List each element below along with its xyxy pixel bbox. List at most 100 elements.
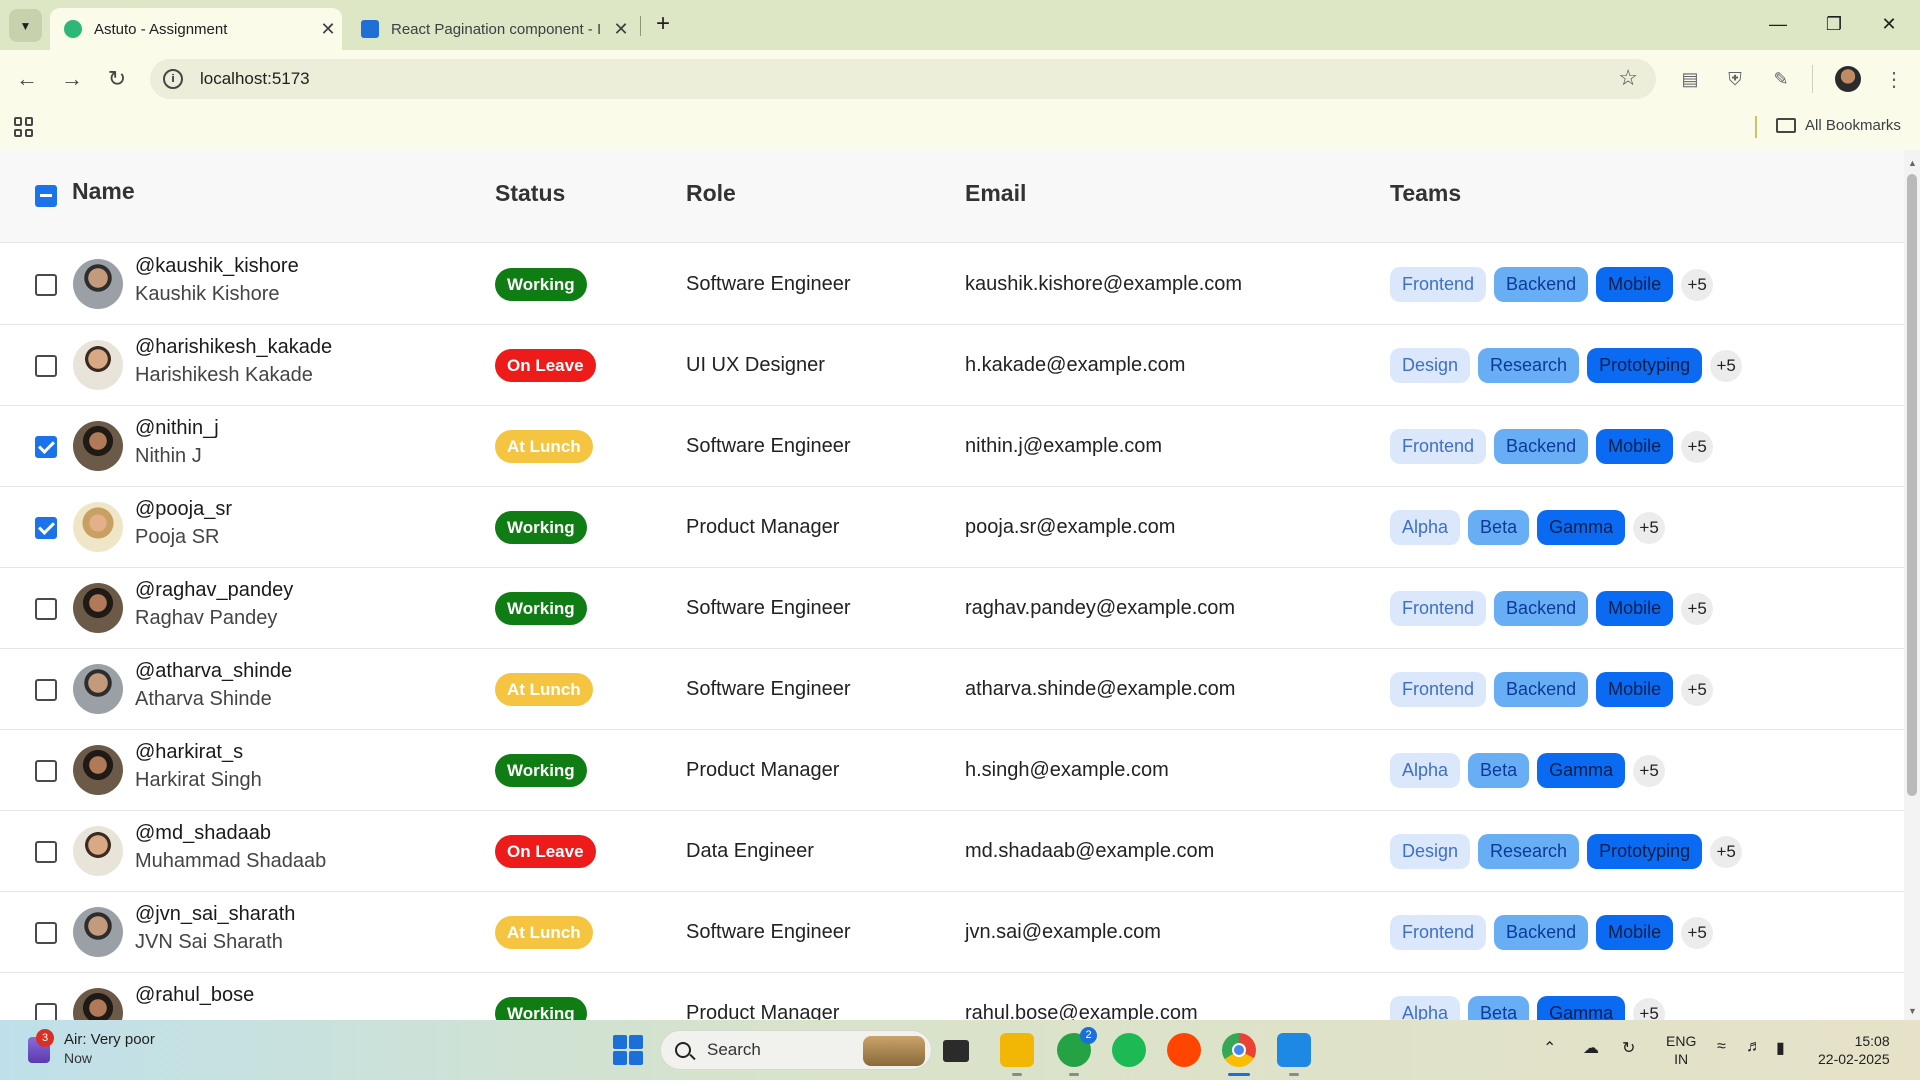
header-name[interactable]: Name <box>72 178 135 205</box>
avatar <box>73 340 123 390</box>
status-badge: Working <box>495 511 587 544</box>
row-checkbox[interactable] <box>35 355 57 377</box>
more-teams-badge[interactable]: +5 <box>1681 592 1714 625</box>
back-button[interactable]: ← <box>10 62 44 96</box>
more-teams-badge[interactable]: +5 <box>1681 673 1714 706</box>
more-teams-badge[interactable]: +5 <box>1633 511 1666 544</box>
team-tag: Gamma <box>1537 510 1626 545</box>
role-text: Software Engineer <box>686 435 851 457</box>
file-explorer-icon[interactable] <box>1000 1033 1034 1076</box>
email-text: raghav.pandey@example.com <box>965 597 1236 619</box>
email-text: md.shadaab@example.com <box>965 840 1215 862</box>
wifi-icon[interactable]: ≈ <box>1717 1038 1726 1056</box>
more-teams-badge[interactable]: +5 <box>1681 268 1714 301</box>
table-row[interactable]: @harkirat_s Harkirat Singh Working Produ… <box>0 730 1904 811</box>
row-checkbox[interactable] <box>35 841 57 863</box>
spotify-icon[interactable] <box>1112 1033 1146 1067</box>
search-highlight-image <box>863 1036 925 1066</box>
extension-icon[interactable]: ▤ <box>1675 64 1705 94</box>
email-text: nithin.j@example.com <box>965 435 1163 457</box>
table-header: Name Status Role Email Teams <box>0 150 1904 243</box>
more-teams-badge[interactable]: +5 <box>1710 349 1743 382</box>
header-teams[interactable]: Teams <box>1390 180 1461 207</box>
close-tab-icon[interactable]: ✕ <box>607 19 635 40</box>
table-row[interactable]: @atharva_shinde Atharva Shinde At Lunch … <box>0 649 1904 730</box>
tab-astuto-assignment[interactable]: Astuto - Assignment ✕ <box>50 8 342 50</box>
minimize-button[interactable]: — <box>1755 0 1801 48</box>
role-text: Software Engineer <box>686 678 851 700</box>
clock-time: 15:08 <box>1854 1033 1890 1049</box>
shield-icon[interactable]: ⛨ <box>1720 64 1750 94</box>
sync-icon[interactable]: ↻ <box>1622 1038 1635 1058</box>
new-tab-button[interactable]: + <box>650 11 676 39</box>
select-all-checkbox[interactable] <box>35 185 57 207</box>
row-checkbox[interactable] <box>35 679 57 701</box>
header-status[interactable]: Status <box>495 180 565 207</box>
system-clock[interactable]: 15:08 22-02-2025 <box>1818 1032 1890 1068</box>
team-tag: Frontend <box>1390 915 1487 950</box>
address-bar[interactable]: i localhost:5173 ☆ <box>150 59 1656 99</box>
table-row[interactable]: @kaushik_kishore Kaushik Kishore Working… <box>0 244 1904 325</box>
weather-title: Air: Very poor <box>64 1031 155 1048</box>
row-checkbox[interactable] <box>35 1003 57 1020</box>
all-bookmarks-button[interactable]: All Bookmarks <box>1776 117 1901 134</box>
extensions-puzzle-icon[interactable]: ✎ <box>1766 64 1796 94</box>
bookmark-star-icon[interactable]: ☆ <box>1618 65 1638 91</box>
team-tag: Frontend <box>1390 267 1487 302</box>
reddit-icon[interactable] <box>1167 1033 1201 1067</box>
more-teams-badge[interactable]: +5 <box>1710 835 1743 868</box>
volume-icon[interactable]: ♬ <box>1746 1038 1762 1056</box>
taskbar-search[interactable]: Search <box>660 1030 932 1070</box>
table-row[interactable]: @pooja_sr Pooja SR Working Product Manag… <box>0 487 1904 568</box>
table-row[interactable]: @nithin_j Nithin J At Lunch Software Eng… <box>0 406 1904 487</box>
row-checkbox[interactable] <box>35 922 57 944</box>
close-window-button[interactable]: ✕ <box>1866 0 1912 48</box>
more-teams-badge[interactable]: +5 <box>1633 997 1666 1020</box>
profile-avatar[interactable] <box>1833 64 1863 94</box>
row-checkbox[interactable] <box>35 517 57 539</box>
header-email[interactable]: Email <box>965 180 1026 207</box>
tab-react-pagination[interactable]: React Pagination component - I ✕ <box>347 8 635 50</box>
forward-button[interactable]: → <box>55 62 89 96</box>
scroll-up-icon[interactable]: ▲ <box>1908 158 1917 168</box>
row-checkbox[interactable] <box>35 274 57 296</box>
page-scrollbar[interactable]: ▲ ▼ <box>1904 150 1920 1020</box>
more-teams-badge[interactable]: +5 <box>1633 754 1666 787</box>
header-role[interactable]: Role <box>686 180 736 207</box>
whatsapp-icon[interactable]: 2 <box>1057 1027 1097 1076</box>
language-indicator[interactable]: ENG IN <box>1666 1032 1696 1068</box>
battery-icon[interactable]: ▮ <box>1776 1038 1785 1058</box>
vscode-icon[interactable] <box>1277 1033 1311 1076</box>
apps-grid-icon[interactable] <box>14 117 34 137</box>
more-teams-badge[interactable]: +5 <box>1681 430 1714 463</box>
row-checkbox[interactable] <box>35 598 57 620</box>
table-row[interactable]: @rahul_bose Working Product Manager rahu… <box>0 973 1904 1020</box>
table-row[interactable]: @raghav_pandey Raghav Pandey Working Sof… <box>0 568 1904 649</box>
row-checkbox[interactable] <box>35 436 57 458</box>
language-code: ENG <box>1666 1033 1697 1049</box>
site-info-icon[interactable]: i <box>163 69 183 89</box>
username: @kaushik_kishore <box>135 255 299 277</box>
tab-search-button[interactable]: ▼ <box>9 9 42 42</box>
restore-button[interactable]: ❐ <box>1811 0 1857 48</box>
table-row[interactable]: @jvn_sai_sharath JVN Sai Sharath At Lunc… <box>0 892 1904 973</box>
close-tab-icon[interactable]: ✕ <box>314 19 342 40</box>
row-checkbox[interactable] <box>35 760 57 782</box>
team-tags: Alpha Beta Gamma +5 <box>1390 753 1666 788</box>
reload-button[interactable]: ↻ <box>100 62 134 96</box>
more-teams-badge[interactable]: +5 <box>1681 916 1714 949</box>
url-text[interactable]: localhost:5173 <box>200 69 310 89</box>
windows-start-icon[interactable] <box>613 1035 643 1065</box>
username: @md_shadaab <box>135 822 271 844</box>
scrollbar-thumb[interactable] <box>1907 174 1917 796</box>
show-hidden-icons-chevron-icon[interactable]: ⌃ <box>1543 1038 1556 1058</box>
table-row[interactable]: @md_shadaab Muhammad Shadaab On Leave Da… <box>0 811 1904 892</box>
more-menu-icon[interactable]: ⋮ <box>1879 64 1909 94</box>
chrome-icon[interactable] <box>1222 1033 1256 1076</box>
role-text: Software Engineer <box>686 921 851 943</box>
weather-widget[interactable]: 3 Air: Very poor Now <box>26 1029 155 1068</box>
onedrive-cloud-icon[interactable]: ☁ <box>1583 1038 1599 1058</box>
scroll-down-icon[interactable]: ▼ <box>1908 1006 1917 1016</box>
table-row[interactable]: @harishikesh_kakade Harishikesh Kakade O… <box>0 325 1904 406</box>
task-view-icon[interactable] <box>943 1040 969 1062</box>
